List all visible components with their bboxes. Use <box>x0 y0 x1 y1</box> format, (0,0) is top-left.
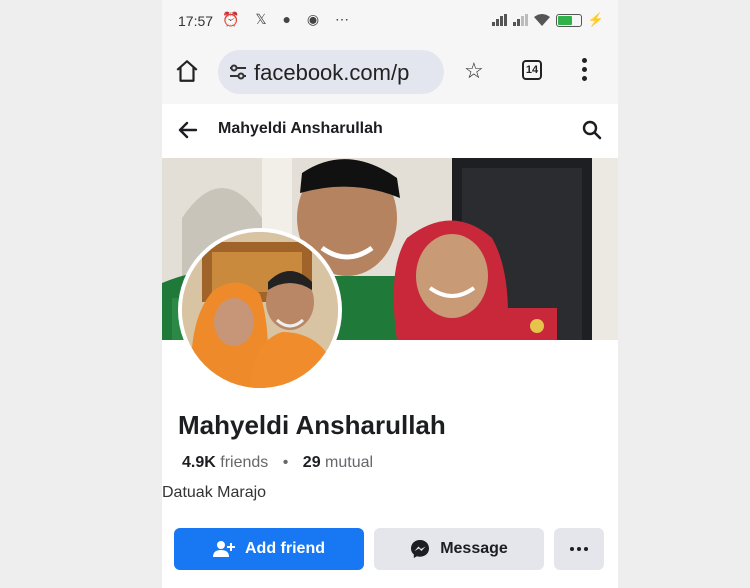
friends-count[interactable]: 4.9K <box>182 454 216 471</box>
search-icon[interactable] <box>582 120 602 140</box>
friends-label[interactable]: friends <box>220 454 268 471</box>
system-icons: ⚡ <box>491 12 604 28</box>
stats-separator: • <box>282 454 289 471</box>
profile-header-bar: Mahyeldi Ansharullah <box>162 104 618 159</box>
back-arrow-icon[interactable] <box>176 118 200 142</box>
mutual-count[interactable]: 29 <box>303 454 321 471</box>
signal-bars-icon <box>491 14 507 26</box>
add-friend-label: Add friend <box>245 540 325 557</box>
signal-bars-2-icon <box>512 14 528 26</box>
more-options-button[interactable] <box>554 528 604 570</box>
wifi-icon <box>533 14 550 26</box>
profile-name: Mahyeldi Ansharullah <box>178 410 446 440</box>
profile-picture[interactable] <box>178 228 342 392</box>
address-bar[interactable]: facebook.com/p <box>218 50 444 94</box>
profile-bio: Datuak Marajo <box>162 484 267 501</box>
phone-screen: 17:57 ⏰ 𝕏 ● ◉ ⋯ ⚡ facebook.com/p ☆ 14 Ma… <box>162 0 618 588</box>
profile-picture-image <box>182 232 338 388</box>
message-button[interactable]: Message <box>374 528 544 570</box>
add-person-icon <box>213 541 235 557</box>
friends-stats: 4.9K friends • 29 mutual <box>182 454 373 472</box>
header-title: Mahyeldi Ansharullah <box>218 120 383 137</box>
charging-icon: ⚡ <box>587 12 604 27</box>
home-icon[interactable] <box>174 58 200 84</box>
battery-icon <box>555 13 582 27</box>
star-icon[interactable]: ☆ <box>464 60 484 82</box>
notification-icons: ⏰ 𝕏 ● ◉ ⋯ <box>222 11 355 27</box>
tabs-icon[interactable]: 14 <box>522 60 542 80</box>
more-dots-icon <box>570 547 588 551</box>
mutual-label[interactable]: mutual <box>325 454 373 471</box>
messenger-icon <box>411 540 430 558</box>
url-text[interactable]: facebook.com/p <box>254 60 409 86</box>
tune-icon[interactable] <box>228 63 248 81</box>
message-label: Message <box>440 540 508 557</box>
menu-icon[interactable] <box>582 58 588 82</box>
status-time: 17:57 <box>178 13 214 29</box>
add-friend-button[interactable]: Add friend <box>174 528 364 570</box>
browser-toolbar: facebook.com/p ☆ 14 <box>162 44 618 104</box>
status-bar: 17:57 ⏰ 𝕏 ● ◉ ⋯ ⚡ <box>162 0 618 44</box>
